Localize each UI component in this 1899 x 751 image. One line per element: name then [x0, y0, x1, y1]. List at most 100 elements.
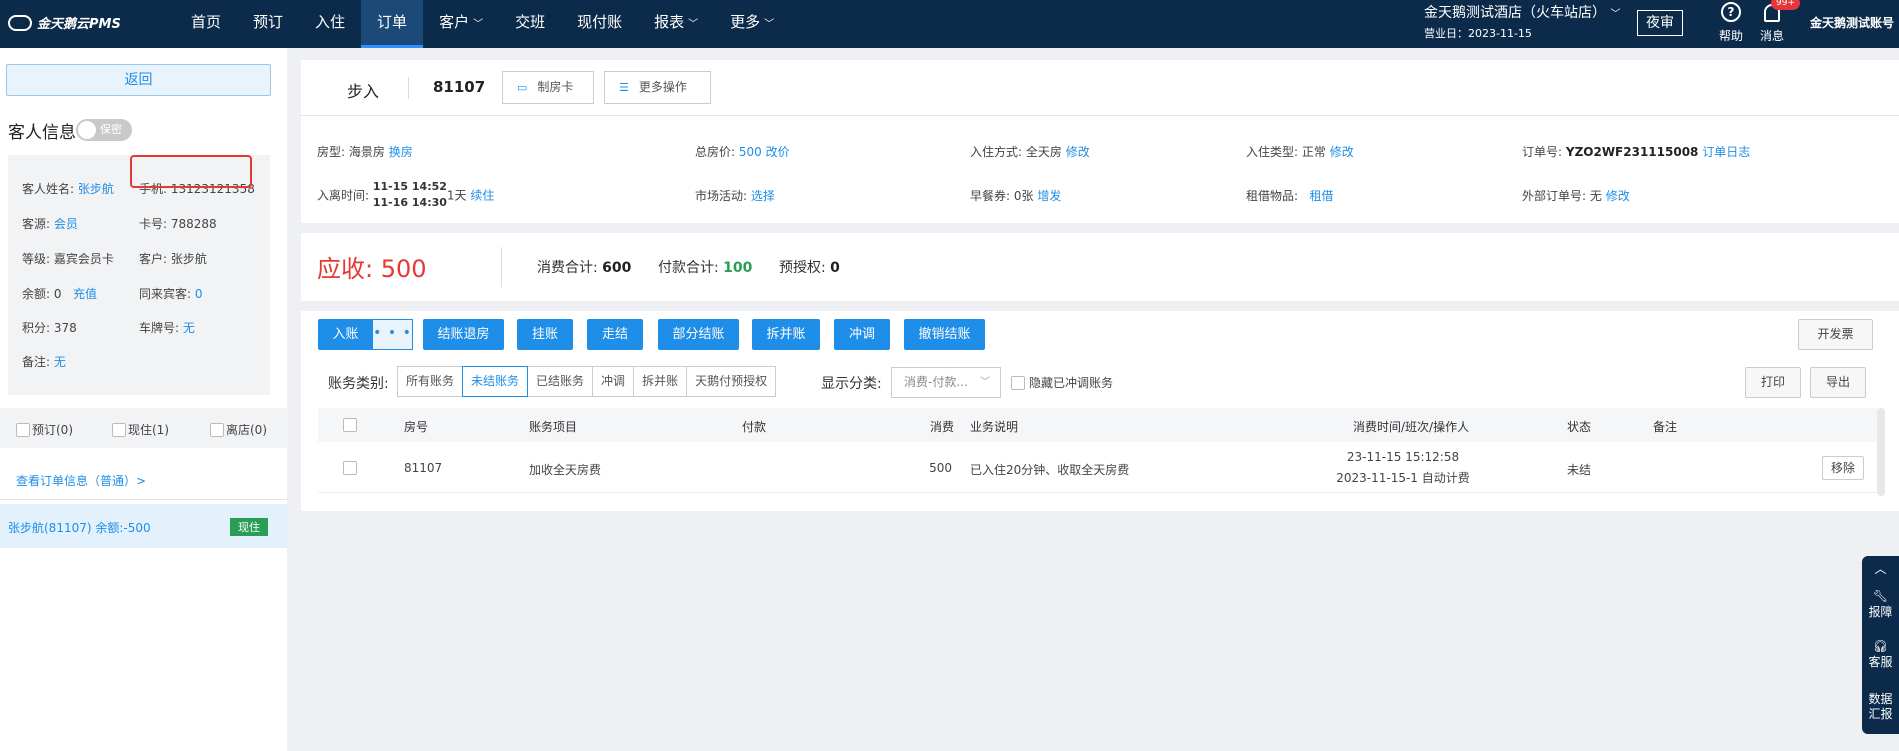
row-checkbox[interactable]	[343, 461, 357, 475]
chevron-down-icon: ﹀	[473, 19, 484, 30]
recharge-link[interactable]: 充值	[73, 287, 97, 301]
make-card-button[interactable]: ▭ 制房卡	[502, 71, 594, 104]
hotel-selector[interactable]: 金天鹅测试酒店（火车站店） ﹀ 营业日：2023-11-15	[1424, 3, 1620, 43]
nav-cash-account[interactable]: 现付账	[561, 0, 638, 48]
view-order-link[interactable]: 查看订单信息（普通）>	[16, 472, 146, 489]
adjust-button[interactable]: 冲调	[834, 319, 890, 350]
tab-reserved[interactable]: 预订(0)	[16, 421, 73, 438]
nav-orders[interactable]: 订单	[361, 0, 424, 48]
nav-customer[interactable]: 客户 ﹀	[423, 0, 499, 48]
guest-name-link[interactable]: 张步航	[78, 182, 114, 196]
checkout-button[interactable]: 结账退房	[423, 319, 504, 350]
nav-checkin[interactable]: 入住	[299, 0, 361, 48]
user-account[interactable]: 金天鹅测试账号	[1810, 14, 1894, 31]
table-scrollbar[interactable]	[1877, 408, 1885, 496]
tab-checked-out[interactable]: 离店(0)	[210, 421, 267, 438]
collapse-up-button[interactable]: ︿	[1862, 560, 1899, 577]
nav-reports[interactable]: 报表 ﹀	[638, 0, 714, 48]
business-day: 营业日：2023-11-15	[1424, 27, 1532, 40]
order-log-link[interactable]: 订单日志	[1702, 145, 1750, 159]
data-report-button[interactable]: 数据汇报	[1862, 692, 1899, 722]
toggle-knob	[78, 121, 96, 139]
total-price-value: 500	[738, 145, 762, 159]
remove-button[interactable]: 移除	[1822, 456, 1865, 480]
post-charge-button[interactable]: 入账	[318, 319, 373, 350]
extend-stay-link[interactable]: 续住	[470, 189, 494, 203]
nav-home[interactable]: 首页	[175, 0, 237, 48]
col-status: 状态	[1567, 420, 1592, 434]
field-label: 余额: 0	[22, 287, 62, 301]
modify-link[interactable]: 修改	[1330, 145, 1354, 159]
table-row[interactable]: 81107 加收全天房费 500 已入住20分钟、收取全天房费 23-11-15…	[318, 443, 1878, 493]
change-room-link[interactable]: 换房	[389, 145, 413, 159]
change-price-link[interactable]: 改价	[766, 145, 790, 159]
select-all-checkbox[interactable]	[343, 418, 357, 432]
category-all[interactable]: 所有账务	[397, 366, 464, 397]
headset-icon: 🎧︎	[1872, 639, 1889, 653]
plate-link[interactable]: 无	[183, 321, 195, 335]
back-button[interactable]: 返回	[6, 64, 271, 96]
divider	[408, 77, 409, 99]
modify-link[interactable]: 修改	[1066, 145, 1090, 159]
checkbox[interactable]	[210, 422, 224, 437]
cell-status: 未结	[1567, 463, 1592, 477]
app-logo[interactable]: 金天鹅云PMS	[8, 13, 121, 32]
field-label: 付款合计:	[658, 260, 719, 276]
checkbox[interactable]	[112, 422, 126, 437]
remark-link[interactable]: 无	[54, 355, 66, 369]
modify-link[interactable]: 修改	[1606, 189, 1630, 203]
issue-invoice-button[interactable]: 开发票	[1798, 319, 1873, 350]
companion-link[interactable]: 0	[195, 287, 203, 301]
more-dots-button[interactable]: • • •	[372, 319, 413, 350]
privacy-toggle-label: 保密	[100, 123, 122, 136]
category-unsettled[interactable]: 未结账务	[462, 366, 529, 397]
toolbar-label: 客服	[1868, 655, 1893, 669]
tab-in-house[interactable]: 现住(1)	[112, 421, 169, 438]
category-label: 账务类别:	[328, 376, 389, 392]
nav-reservation[interactable]: 预订	[237, 0, 299, 48]
divider	[501, 247, 502, 287]
market-select-link[interactable]: 选择	[751, 189, 775, 203]
order-status: 步入	[347, 82, 380, 101]
category-adjust[interactable]: 冲调	[592, 366, 635, 397]
accounts-panel: 入账 • • • 结账退房 挂账 走结 部分结账 拆并账 冲调 撤销结账 开发票…	[301, 311, 1899, 511]
col-room: 房号	[404, 420, 429, 434]
partial-settle-button[interactable]: 部分结账	[658, 319, 739, 350]
customer-service-button[interactable]: 🎧︎ 客服	[1862, 639, 1899, 670]
category-split-merge[interactable]: 拆并账	[633, 366, 688, 397]
messages-button[interactable]: 99+ 消息	[1757, 0, 1800, 44]
hotel-name: 金天鹅测试酒店（火车站店）	[1424, 5, 1606, 21]
display-select[interactable]: 消费-付款... ﹀	[891, 367, 1001, 398]
print-button[interactable]: 打印	[1745, 367, 1801, 398]
external-order-field: 外部订单号: 无 修改	[1522, 187, 1630, 204]
add-breakfast-link[interactable]: 增发	[1037, 189, 1061, 203]
nav-more[interactable]: 更多 ﹀	[714, 0, 790, 48]
table-header: 房号 账务项目 付款 消费 业务说明 消费时间/班次/操作人 状态 备注	[318, 408, 1878, 442]
hang-account-button[interactable]: 挂账	[517, 319, 573, 350]
guest-sidebar: 返回 客人信息 保密 客人姓名: 张步航 手机: 13123121358 客源:…	[0, 48, 287, 751]
preauth-total: 预授权: 0	[779, 257, 840, 277]
more-operations-button[interactable]: ☰ 更多操作	[604, 71, 711, 104]
checkbox[interactable]	[1011, 375, 1025, 390]
rental-link[interactable]: 租借	[1310, 189, 1334, 203]
guest-source-link[interactable]: 会员	[54, 217, 78, 231]
category-preauth[interactable]: 天鹅付预授权	[686, 366, 777, 397]
split-merge-button[interactable]: 拆并账	[752, 319, 820, 350]
walk-settle-button[interactable]: 走结	[587, 319, 643, 350]
field-label: 早餐券:	[970, 189, 1011, 203]
privacy-toggle[interactable]: 保密	[76, 119, 132, 141]
export-button[interactable]: 导出	[1810, 367, 1866, 398]
cancel-settle-button[interactable]: 撤销结账	[904, 319, 985, 350]
help-button[interactable]: ? 帮助	[1716, 2, 1746, 44]
hide-reversed-toggle[interactable]: 隐藏已冲调账务	[1011, 374, 1113, 391]
guest-card: 客人姓名: 张步航 手机: 13123121358 客源: 会员 卡号: 788…	[8, 155, 270, 395]
checkbox[interactable]	[16, 422, 30, 437]
field-label: 订单号:	[1522, 145, 1563, 159]
night-audit-button[interactable]: 夜审	[1637, 10, 1683, 36]
nav-shift[interactable]: 交班	[499, 0, 561, 48]
report-issue-button[interactable]: 🔧︎ 报障	[1862, 589, 1899, 620]
cell-item: 加收全天房费	[529, 463, 602, 477]
cell-consume: 500	[929, 461, 952, 475]
category-settled[interactable]: 已结账务	[527, 366, 594, 397]
guest-list-item[interactable]: 张步航(81107) 余额:-500 现住	[0, 504, 287, 548]
